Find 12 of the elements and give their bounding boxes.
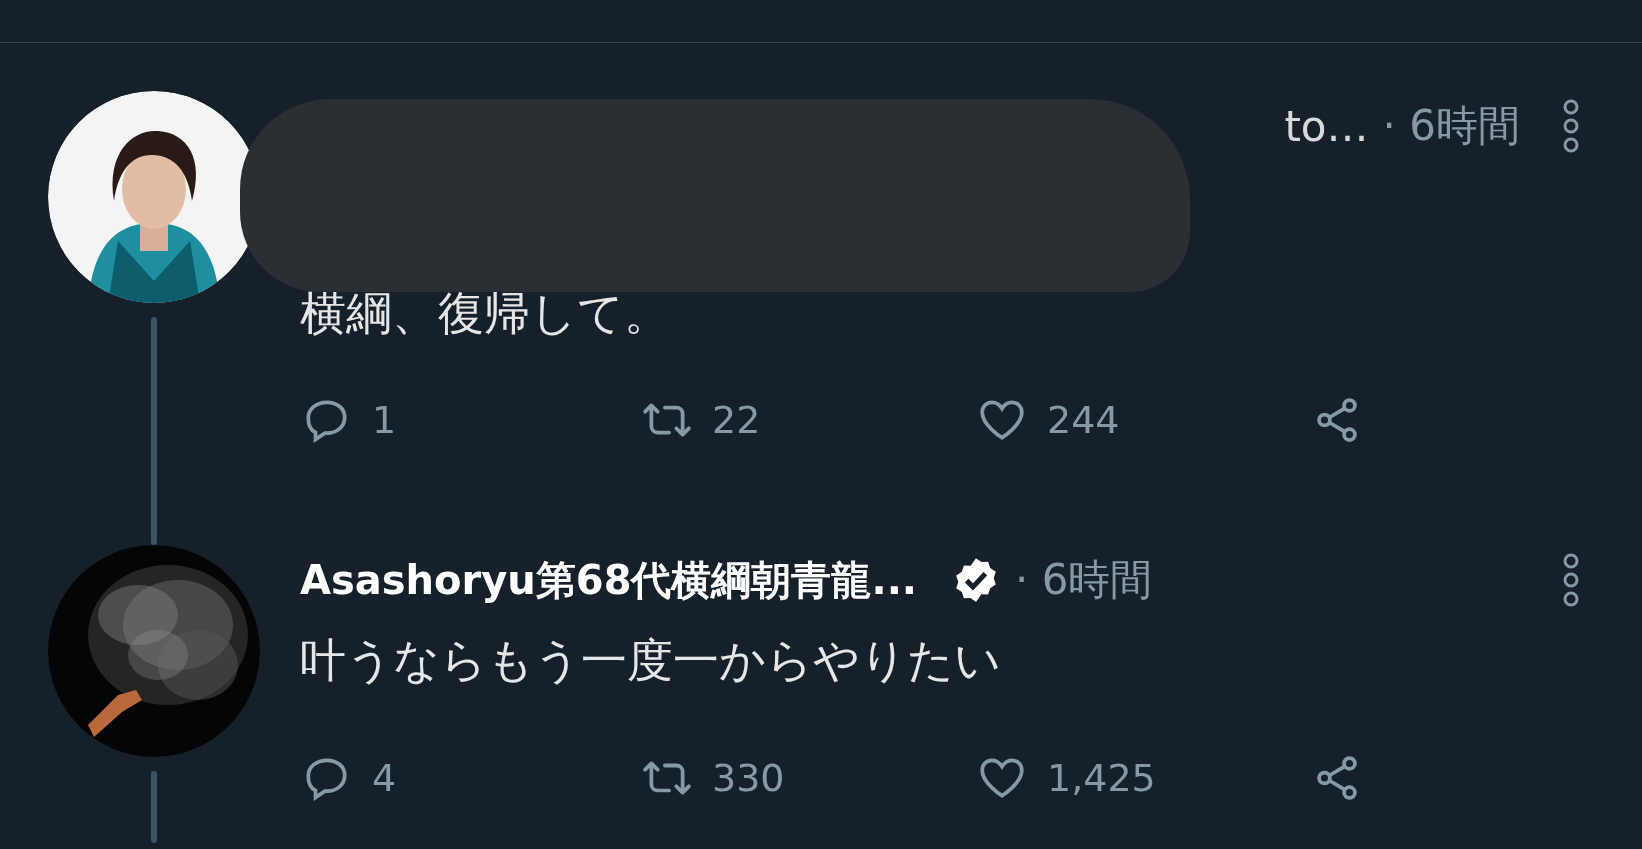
author-name[interactable]: to… (1284, 101, 1369, 151)
timestamp: · 6時間 (1382, 100, 1520, 152)
tweet-text: 叶うならもう一度一からやりたい (300, 632, 1002, 689)
retweet-count: 330 (712, 756, 785, 800)
retweet-count: 22 (712, 398, 761, 442)
reply-count: 1 (372, 398, 397, 442)
reply-count: 4 (372, 756, 397, 800)
author-name[interactable]: Asashoryu第68代横綱朝青龍... (300, 552, 918, 608)
timestamp: · 6時間 (1015, 554, 1153, 606)
tweet-text: 横綱、復帰して。 (300, 285, 671, 342)
like-count: 244 (1047, 398, 1120, 442)
like-count: 1,425 (1047, 756, 1156, 800)
